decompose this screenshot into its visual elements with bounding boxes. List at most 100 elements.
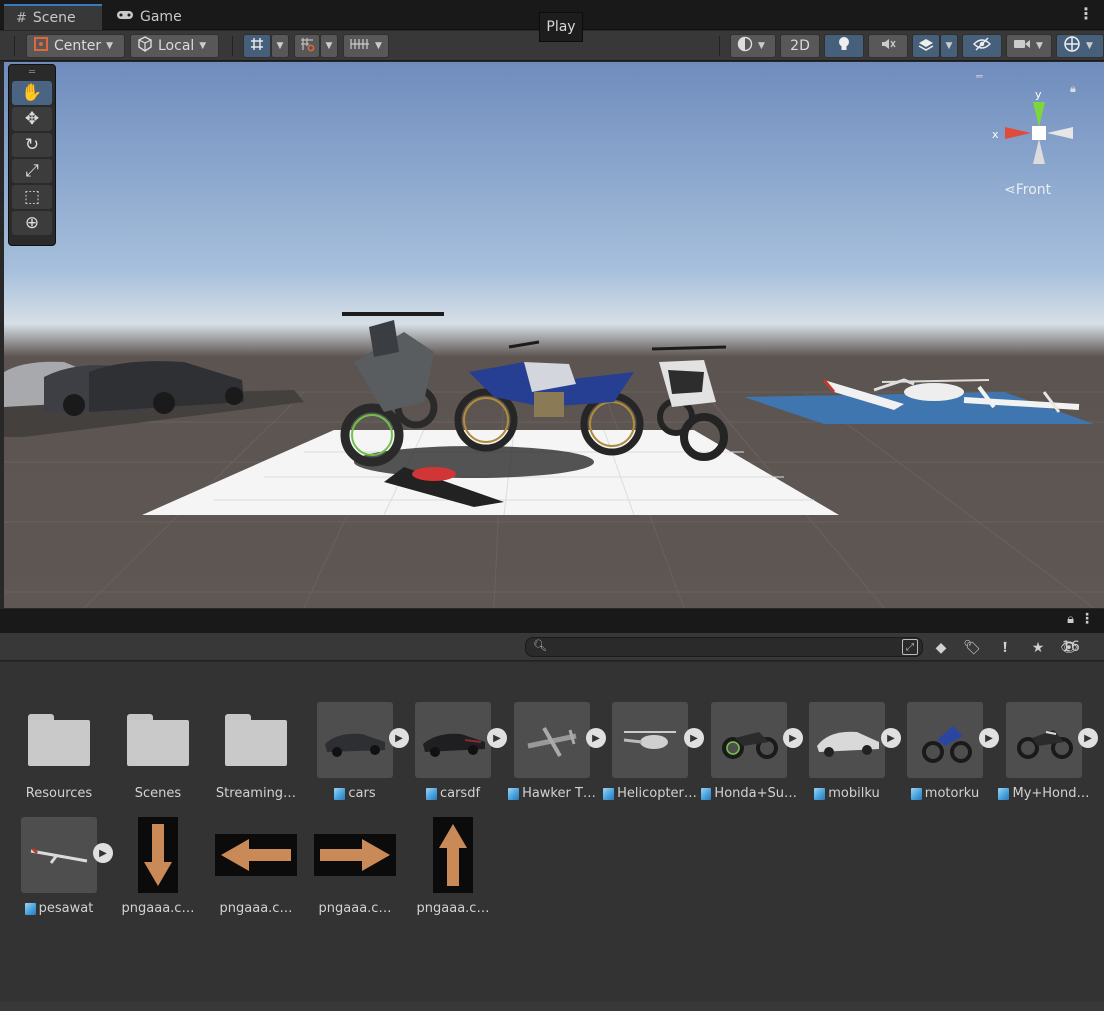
pivot-rotation-dropdown[interactable]: Local ▼ [130, 34, 219, 58]
play-preview-icon[interactable]: ▶ [586, 728, 606, 748]
effects-toggle-button[interactable] [912, 34, 940, 58]
move-tool-button[interactable]: ✥ [12, 107, 52, 131]
prefab-cube-icon [701, 787, 712, 800]
asset-item-prefab[interactable]: ▶ carsdf [405, 702, 507, 801]
snap-increment-button[interactable] [294, 34, 320, 58]
grid-icon: # [16, 10, 27, 26]
play-preview-icon[interactable]: ▶ [783, 728, 803, 748]
gizmos-dropdown[interactable]: ▼ [1056, 34, 1104, 58]
project-search-field[interactable]: 🔍︎ ⤢ [525, 637, 923, 657]
prefab-cube-icon [334, 787, 346, 800]
asset-item-folder[interactable]: Resources [11, 702, 107, 801]
log-errors-button[interactable]: ❗︎ [994, 638, 1016, 658]
gamepad-icon [116, 9, 134, 25]
chevron-down-icon: ▼ [758, 41, 765, 51]
play-preview-icon[interactable]: ▶ [389, 728, 409, 748]
scene-viewport[interactable]: ═ ✋ ✥ ↻ ⤢ ⬚ ⊕ ═ 🔒︎ y x ⋖Front [4, 62, 1104, 608]
asset-label: pngaaa.c… [318, 901, 392, 916]
grid-options-dropdown[interactable]: ▼ [271, 34, 289, 58]
asset-thumbnail [612, 702, 688, 778]
gizmo-axis-x: x [992, 128, 999, 141]
scale-tool-button[interactable]: ⤢ [12, 159, 52, 183]
draw-mode-dropdown[interactable]: ▼ [730, 34, 776, 58]
play-preview-icon[interactable]: ▶ [1078, 728, 1098, 748]
tab-game[interactable]: Game [104, 4, 194, 30]
light-bulb-icon [837, 36, 851, 56]
rect-tool-button[interactable]: ⬚ [12, 185, 52, 209]
transform-icon: ⊕ [24, 213, 40, 233]
chevron-down-icon: ▼ [199, 41, 207, 51]
chevron-down-icon: ▼ [325, 41, 333, 51]
asset-item-prefab[interactable]: ▶ Hawker T… [504, 702, 606, 801]
tool-palette: ═ ✋ ✥ ↻ ⤢ ⬚ ⊕ [8, 64, 56, 246]
asset-label: Helicopter… [602, 786, 698, 801]
rotate-icon: ↻ [24, 135, 40, 155]
folder-icon [127, 714, 189, 766]
tag-icon: 🏷︎ [963, 640, 981, 656]
filter-by-type-button[interactable]: ◆ [930, 638, 952, 658]
search-scope-icon[interactable]: ⤢ [902, 639, 918, 655]
toggle-2d-button[interactable]: 2D [780, 34, 820, 58]
asset-item-prefab[interactable]: ▶ My+Hond… [996, 702, 1098, 801]
play-preview-icon[interactable]: ▶ [979, 728, 999, 748]
prefab-cube-icon [425, 787, 437, 800]
filter-by-label-button[interactable]: 🏷︎ [961, 638, 983, 658]
toggle-2d-label: 2D [790, 38, 810, 54]
asset-label: pngaaa.c… [416, 901, 490, 916]
asset-item-texture[interactable]: pngaaa.c… [307, 817, 403, 916]
hidden-objects-toggle[interactable] [962, 34, 1002, 58]
window-menu-icon[interactable]: ⋮ [1078, 6, 1094, 22]
gizmo-view-label[interactable]: ⋖Front [1004, 182, 1051, 198]
folder-icon [225, 714, 287, 766]
asset-item-prefab[interactable]: ▶ Helicopter… [602, 702, 704, 801]
prefab-cube-icon [814, 787, 826, 800]
project-footer-bar [0, 1002, 1104, 1011]
asset-item-prefab[interactable]: ▶ mobilku [799, 702, 901, 801]
scene-lighting-button[interactable] [824, 34, 864, 58]
palette-grip-icon[interactable]: ═ [9, 65, 55, 79]
grid-visibility-button[interactable] [243, 34, 271, 58]
asset-thumbnail [809, 702, 885, 778]
snap-options-dropdown[interactable]: ▼ [320, 34, 338, 58]
arrow-left-texture [215, 834, 297, 876]
play-preview-icon[interactable]: ▶ [684, 728, 704, 748]
warning-icon: ❗︎ [1003, 640, 1007, 656]
pivot-mode-dropdown[interactable]: Center ▼ [26, 34, 125, 58]
asset-item-prefab[interactable]: ▶ cars [307, 702, 409, 801]
play-preview-icon[interactable]: ▶ [881, 728, 901, 748]
project-menu-icon[interactable]: ⋮ [1080, 612, 1094, 626]
effects-options-dropdown[interactable]: ▼ [940, 34, 958, 58]
asset-label: pesawat [11, 901, 107, 916]
increment-snap-dropdown[interactable]: ▼ [343, 34, 389, 58]
effects-layers-icon [918, 36, 934, 56]
arrow-right-texture [314, 834, 396, 876]
pivot-rotation-label: Local [158, 38, 195, 54]
asset-label: mobilku [799, 786, 895, 801]
rotate-tool-button[interactable]: ↻ [12, 133, 52, 157]
asset-thumbnail [317, 702, 393, 778]
project-toolbar: 🔍︎ ⤢ ◆ 🏷︎ ❗︎ ★ 👁︎ 16 [0, 633, 1104, 661]
camera-icon [1013, 38, 1031, 54]
hand-tool-button[interactable]: ✋ [12, 81, 52, 105]
audio-toggle-button[interactable] [868, 34, 908, 58]
tab-scene[interactable]: # Scene [4, 4, 102, 30]
camera-settings-dropdown[interactable]: ▼ [1006, 34, 1052, 58]
transform-tool-button[interactable]: ⊕ [12, 211, 52, 235]
play-preview-icon[interactable]: ▶ [93, 843, 113, 863]
favorites-button[interactable]: ★ [1027, 638, 1049, 658]
prefab-cube-icon [998, 787, 1010, 800]
lock-icon[interactable]: 🔒︎ [1067, 612, 1074, 627]
asset-item-folder[interactable]: Streaming… [208, 702, 304, 801]
asset-label: Streaming… [215, 786, 297, 801]
asset-item-prefab[interactable]: ▶ Honda+Su… [701, 702, 803, 801]
asset-item-texture[interactable]: pngaaa.c… [405, 817, 501, 916]
asset-item-texture[interactable]: pngaaa.c… [208, 817, 304, 916]
local-cube-icon [137, 36, 153, 56]
asset-item-prefab[interactable]: ▶ pesawat [11, 817, 113, 916]
eye-slash-icon [973, 37, 991, 55]
play-preview-icon[interactable]: ▶ [487, 728, 507, 748]
asset-item-texture[interactable]: pngaaa.c… [110, 817, 206, 916]
asset-item-folder[interactable]: Scenes [110, 702, 206, 801]
asset-grid: Resources Scenes Streaming… ▶ cars ▶ car… [0, 662, 1104, 1002]
asset-item-prefab[interactable]: ▶ motorku [897, 702, 999, 801]
